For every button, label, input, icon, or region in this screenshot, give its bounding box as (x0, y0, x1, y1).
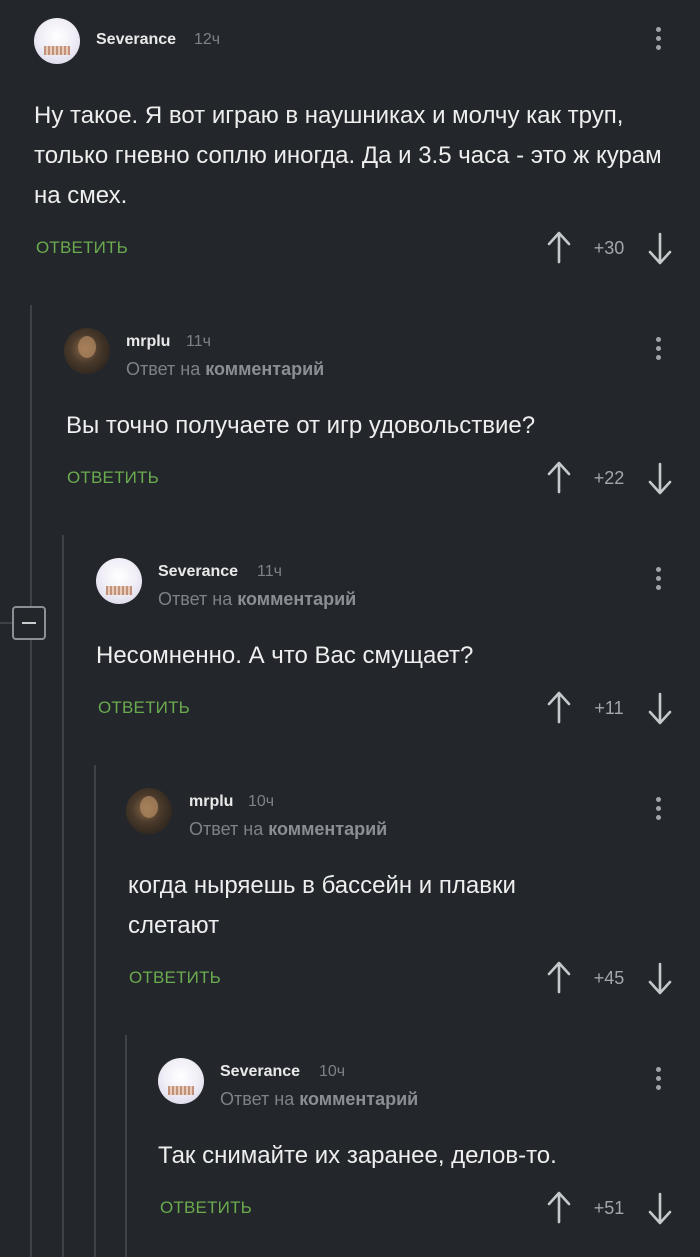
arrow-up-icon[interactable] (546, 230, 572, 264)
more-vertical-icon[interactable] (656, 337, 662, 367)
arrow-down-icon[interactable] (647, 962, 673, 996)
reply-button[interactable]: ОТВЕТИТЬ (129, 968, 221, 988)
avatar[interactable] (126, 788, 172, 834)
reply-to-label: Ответ на комментарий (189, 819, 387, 840)
reply-to-label: Ответ на комментарий (158, 589, 356, 610)
reply-to-link[interactable]: комментарий (299, 1089, 418, 1109)
comment-time: 10ч (248, 793, 275, 810)
more-vertical-icon[interactable] (656, 27, 662, 57)
collapse-connector (0, 622, 12, 624)
comment-text: когда ныряешь в бассейн и плавки слетают (128, 872, 516, 939)
thread-line (62, 535, 64, 1257)
reply-button[interactable]: ОТВЕТИТЬ (98, 698, 190, 718)
reply-to-prefix: Ответ на (126, 359, 201, 379)
vote-score: +22 (593, 468, 625, 488)
reply-to-link[interactable]: комментарий (205, 359, 324, 379)
reply-to-label: Ответ на комментарий (126, 359, 324, 380)
arrow-up-icon[interactable] (546, 1190, 572, 1224)
reply-to-label: Ответ на комментарий (220, 1089, 418, 1110)
comment-author[interactable]: mrplu (126, 333, 170, 351)
arrow-up-icon[interactable] (546, 460, 572, 494)
reply-to-prefix: Ответ на (189, 819, 264, 839)
avatar[interactable] (158, 1058, 204, 1104)
vote-score: +51 (593, 1198, 625, 1218)
comment-time: 10ч (319, 1063, 346, 1080)
reply-to-prefix: Ответ на (220, 1089, 295, 1109)
arrow-up-icon[interactable] (546, 960, 572, 994)
reply-to-link[interactable]: комментарий (237, 589, 356, 609)
reply-button[interactable]: ОТВЕТИТЬ (160, 1198, 252, 1218)
comment-text: Вы точно получаете от игр удовольствие? (66, 412, 536, 439)
comment-text: Несомненно. А что Вас смущает? (96, 642, 474, 669)
arrow-down-icon[interactable] (647, 1192, 673, 1226)
reply-button[interactable]: ОТВЕТИТЬ (36, 238, 128, 258)
more-vertical-icon[interactable] (656, 797, 662, 827)
vote-score: +30 (593, 238, 625, 258)
comment-author[interactable]: Severance (96, 31, 176, 49)
vote-score: +11 (594, 698, 624, 718)
avatar[interactable] (96, 558, 142, 604)
arrow-down-icon[interactable] (647, 692, 673, 726)
arrow-down-icon[interactable] (647, 462, 673, 496)
comment-text: Ну такое. Я вот играю в наушниках и молч… (34, 102, 662, 209)
thread-line (125, 1035, 127, 1257)
avatar[interactable] (64, 328, 110, 374)
vote-score: +45 (593, 968, 625, 988)
comment-time: 11ч (186, 333, 211, 350)
comment-time: 12ч (194, 31, 221, 48)
collapse-minus-icon[interactable] (12, 606, 46, 640)
comment-text: Так снимайте их заранее, делов-то. (158, 1142, 557, 1169)
comment-author[interactable]: mrplu (189, 793, 233, 811)
reply-to-prefix: Ответ на (158, 589, 233, 609)
more-vertical-icon[interactable] (656, 1067, 662, 1097)
reply-to-link[interactable]: комментарий (268, 819, 387, 839)
thread-line (30, 305, 32, 1257)
thread-line (94, 765, 96, 1257)
more-vertical-icon[interactable] (656, 567, 662, 597)
reply-button[interactable]: ОТВЕТИТЬ (67, 468, 159, 488)
arrow-down-icon[interactable] (647, 232, 673, 266)
arrow-up-icon[interactable] (546, 690, 572, 724)
comment-time: 11ч (257, 563, 282, 580)
avatar[interactable] (34, 18, 80, 64)
comment-author[interactable]: Severance (220, 1063, 300, 1081)
comment-author[interactable]: Severance (158, 563, 238, 581)
